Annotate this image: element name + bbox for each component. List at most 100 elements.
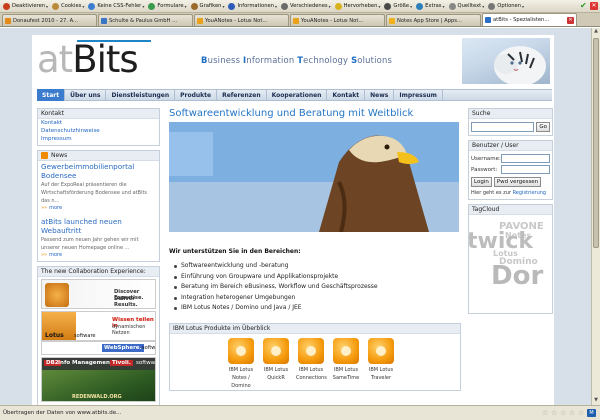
lotus-sub-text: software <box>74 333 96 339</box>
nav-item-8[interactable]: News <box>365 89 395 101</box>
rating-star-icon[interactable]: ☆ <box>542 409 549 417</box>
toolbar-item-6[interactable]: Informationen ▾ <box>227 1 280 12</box>
browser-tab-6[interactable]: atBits - Spezialisten... ✕ <box>482 13 577 26</box>
rating-star-icon[interactable]: ☆ <box>551 409 558 417</box>
toolbar-item-12[interactable]: Optionen ▾ <box>487 1 527 12</box>
service-list-item: Beratung im Bereich eBusiness, Workflow … <box>169 282 461 293</box>
browser-tab-2[interactable]: Schulte & Paulus GmbH ... <box>98 14 193 26</box>
scrollbar-thumb[interactable] <box>593 38 599 248</box>
logo-at-text: at <box>37 38 73 81</box>
product-item[interactable]: IBM Lotus SameTime <box>331 337 361 390</box>
scroll-up-icon[interactable]: ▲ <box>592 28 600 36</box>
nav-item-5[interactable]: Referenzen <box>217 89 267 101</box>
connections-icon <box>298 337 324 364</box>
rating-star-icon[interactable]: ☆ <box>560 409 567 417</box>
toolbar-item-11[interactable]: Quelltext ▾ <box>448 1 488 12</box>
password-input[interactable] <box>501 165 550 174</box>
tagcloud-title: TagCloud <box>469 205 552 215</box>
rss-icon[interactable] <box>41 152 48 159</box>
password-label: Passwort: <box>471 166 498 173</box>
toolbar-item-10[interactable]: Extras ▾ <box>415 1 447 12</box>
username-label: Username: <box>471 155 501 162</box>
site-logo[interactable]: atBits <box>37 38 139 81</box>
news-more-link[interactable]: »» more <box>38 205 159 211</box>
browser-tab-3[interactable]: YouANotes - Lotus Not... <box>194 14 289 26</box>
product-label: QuickR <box>267 374 285 381</box>
toolbar-item-3[interactable]: Keine CSS-Fehler ▾ <box>87 1 147 12</box>
favicon-icon <box>389 17 395 24</box>
toolbar-item-1[interactable]: Deaktivieren ▾ <box>2 1 51 12</box>
browser-tab-5[interactable]: Notes App Store | Apps... <box>386 14 481 26</box>
quickr-icon <box>263 337 289 364</box>
site-header: atBits Business Information Technology S… <box>32 35 554 88</box>
toolbar-item-label: Optionen <box>497 3 522 9</box>
nav-item-6[interactable]: Kooperationen <box>267 89 328 101</box>
ibm-expertise-banner[interactable]: Discover Expertise. Deliver Results. <box>41 279 156 309</box>
toolbar-item-9[interactable]: Größe ▾ <box>383 1 415 12</box>
kontakt-link[interactable]: Impressum <box>38 135 159 143</box>
nav-item-2[interactable]: Über uns <box>65 89 107 101</box>
toolbar-item-2[interactable]: Cookies ▾ <box>51 1 87 12</box>
toolbar-item-5[interactable]: Grafiken ▾ <box>190 1 228 12</box>
product-item[interactable]: IBM Lotus Traveler <box>366 337 396 390</box>
news-more-link[interactable]: »» more <box>38 252 159 258</box>
close-icon[interactable]: ✕ <box>590 2 598 10</box>
nav-item-3[interactable]: Dienstleistungen <box>106 89 176 101</box>
rating-star-icon[interactable]: ☆ <box>578 409 585 417</box>
toolbar-item-4[interactable]: Formulare ▾ <box>147 1 189 12</box>
tivoli-brand-text: Tivoli. <box>110 360 133 366</box>
news-heading-link[interactable]: Gewerbeimmobilienportal Bodensee <box>38 161 159 181</box>
check-icon[interactable]: ✔ <box>580 2 588 10</box>
product-label: IBM Lotus <box>333 366 359 373</box>
product-label: Traveler <box>371 374 391 381</box>
forgot-password-button[interactable]: Pwd vergessen <box>493 177 542 187</box>
rating-star-icon[interactable]: ☆ <box>569 409 576 417</box>
news-heading-link[interactable]: atBits launched neuen Webauftritt <box>38 216 159 236</box>
products-box: IBM Lotus Produkte im Überblick IBM Lotu… <box>169 322 461 391</box>
source-icon <box>448 2 456 10</box>
register-link[interactable]: Registrierung <box>513 190 547 196</box>
product-label: IBM Lotus <box>298 366 324 373</box>
product-item[interactable]: IBM Lotus QuickR <box>261 337 291 390</box>
kontakt-link[interactable]: Kontakt <box>38 119 159 127</box>
browser-tab-1[interactable]: Donaufest 2010 - 27. A... <box>2 14 97 26</box>
toolbar-item-label: Keine CSS-Fehler <box>97 3 142 9</box>
services-list: Softwareentwicklung und -beratung Einführ… <box>169 261 461 314</box>
toolbar-item-label: Informationen <box>237 3 274 9</box>
login-button[interactable]: Login <box>471 177 492 187</box>
websphere-banner[interactable]: WebSphere. software <box>41 341 156 355</box>
highlight-icon <box>334 2 342 10</box>
more-label: more <box>49 205 63 211</box>
news-teaser: Passend zum neuen Jahr gehen wir mit uns… <box>41 237 139 251</box>
search-go-button[interactable]: Go <box>536 122 550 132</box>
search-input[interactable] <box>471 122 535 132</box>
tag-item[interactable]: Dor <box>491 261 543 291</box>
close-tab-icon[interactable]: ✕ <box>567 16 574 24</box>
logo-bits-text: Bits <box>72 38 138 81</box>
lotus-banner[interactable]: Lotus software Wissen teilen in dynamisc… <box>41 311 156 341</box>
scroll-down-icon[interactable]: ▼ <box>592 397 600 405</box>
vertical-scrollbar[interactable]: ▲ ▼ <box>591 28 600 405</box>
nav-item-7[interactable]: Kontakt <box>327 89 366 101</box>
kontakt-links: Kontakt Datenschutzhinweise Impressum <box>38 119 159 145</box>
toolbar-item-8[interactable]: Hervorheben ▾ <box>334 1 384 12</box>
nav-item-1[interactable]: Start <box>37 89 66 101</box>
nav-item-4[interactable]: Produkte <box>175 89 218 101</box>
intro-text: Wir unterstützen Sie in den Bereichen: <box>169 248 301 255</box>
lotus-brand-text: Lotus <box>45 332 64 339</box>
db2-tivoli-banner[interactable]: DB2 Info Management Tivoli. software RED… <box>41 357 156 402</box>
chevron-down-icon: ▾ <box>274 3 277 9</box>
collaboration-box: The new Collaboration Experience: Discov… <box>37 266 160 406</box>
kontakt-link[interactable]: Datenschutzhinweise <box>38 127 159 135</box>
product-item[interactable]: IBM Lotus Connections <box>296 337 327 390</box>
nav-item-9[interactable]: Impressum <box>394 89 443 101</box>
browser-toolbar: Deaktivieren ▾ Cookies ▾ Keine CSS-Fehler ▾ Fo… <box>0 0 600 13</box>
chevron-down-icon: ▾ <box>142 3 145 9</box>
username-input[interactable] <box>501 154 550 163</box>
info-icon <box>228 2 236 10</box>
tiger-header-image <box>462 38 550 84</box>
browser-tab-4[interactable]: YouANotes - Lotus Not... <box>290 14 385 26</box>
product-item[interactable]: IBM Lotus Notes / Domino <box>226 337 256 390</box>
addon-status-icon[interactable]: M <box>587 409 596 417</box>
toolbar-item-7[interactable]: Verschiedenes ▾ <box>280 1 334 12</box>
